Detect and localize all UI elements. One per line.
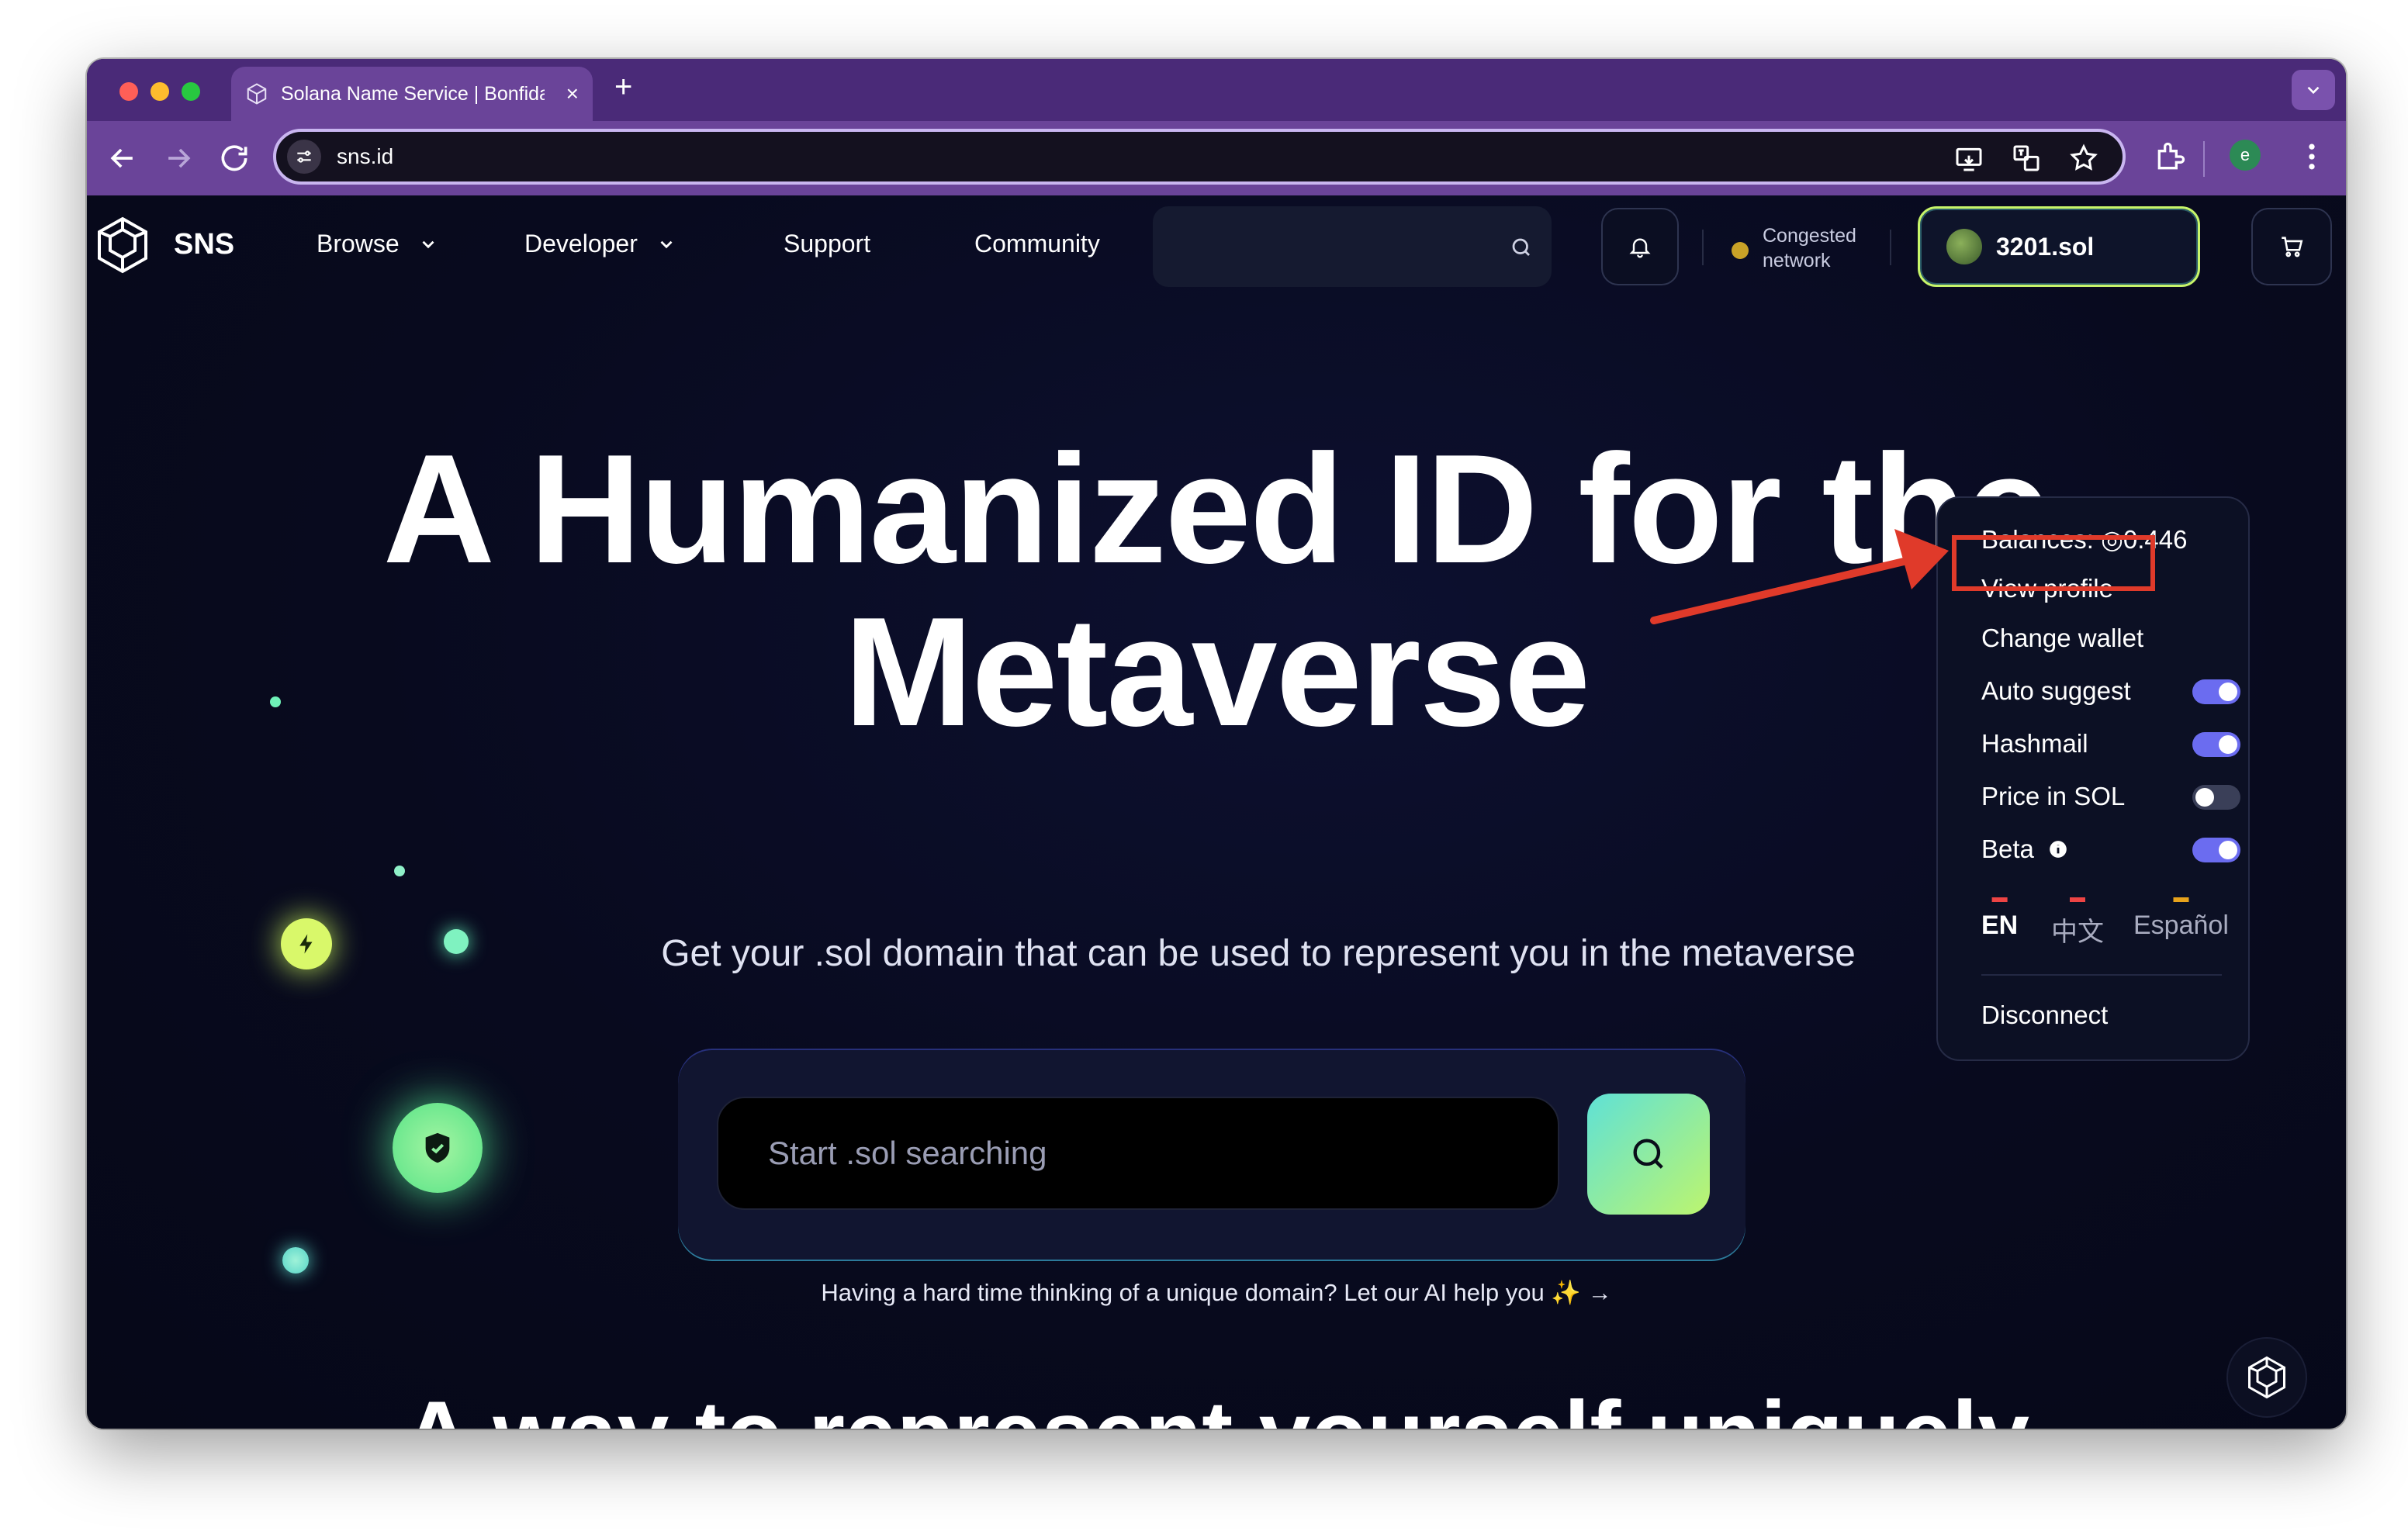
hashmail-label: Hashmail [1981, 729, 2088, 758]
cart-icon [2282, 237, 2303, 257]
nav-developer[interactable]: Developer [524, 230, 676, 258]
decor-dot [282, 1247, 309, 1274]
beta-label: Beta [1981, 835, 2034, 863]
floating-sns-button[interactable] [2228, 1339, 2306, 1416]
annotation-arrow-icon [1650, 529, 1949, 624]
maximize-window-button[interactable] [182, 82, 200, 101]
price-in-sol-toggle[interactable] [2192, 785, 2240, 810]
cart-button[interactable] [2251, 208, 2332, 285]
nav-support[interactable]: Support [784, 230, 870, 258]
network-status: Congested network [1763, 223, 1856, 273]
close-tab-icon[interactable]: × [566, 81, 579, 106]
header-search-input[interactable] [1153, 206, 1552, 287]
nav-community-label: Community [974, 230, 1100, 257]
bell-icon [1629, 238, 1651, 258]
lang-zh[interactable]: ▬ 中文 [2051, 889, 2104, 949]
annotation-highlight-box [1952, 535, 2155, 591]
beta-row: Beta [1981, 835, 2068, 864]
lang-en-label: EN [1981, 911, 2019, 940]
browser-tab[interactable]: Solana Name Service | Bonfida × [231, 67, 593, 121]
header-divider [1890, 230, 1891, 265]
auto-suggest-label: Auto suggest [1981, 676, 2131, 705]
search-icon [1633, 1139, 1663, 1169]
browser-window: Solana Name Service | Bonfida × + sns.id… [87, 59, 2346, 1429]
sns-logo-icon[interactable] [92, 214, 154, 276]
ai-help-link[interactable]: Having a hard time thinking of a unique … [87, 1278, 2346, 1307]
lang-es[interactable]: ▬ Español [2133, 889, 2229, 941]
logo-text[interactable]: SNS [174, 228, 234, 261]
nav-browse-label: Browse [317, 230, 400, 257]
auto-suggest-toggle[interactable] [2192, 679, 2240, 704]
disconnect-item[interactable]: Disconnect [1981, 1001, 2108, 1030]
change-wallet-item[interactable]: Change wallet [1981, 624, 2143, 653]
kebab-menu-icon[interactable] [2295, 140, 2329, 174]
chevron-down-icon [660, 240, 673, 248]
shield-icon [425, 1132, 450, 1163]
tab-bar: Solana Name Service | Bonfida × + [87, 59, 2346, 121]
nav-developer-label: Developer [524, 230, 638, 257]
toolbar-divider [2203, 141, 2205, 177]
translate-icon[interactable] [2011, 143, 2042, 174]
price-in-sol-label: Price in SOL [1981, 782, 2126, 810]
header-divider [1702, 230, 1704, 265]
forward-icon[interactable] [161, 141, 195, 175]
wallet-button[interactable]: 3201.sol [1918, 206, 2200, 287]
window-controls [119, 82, 200, 101]
chevron-down-icon [2307, 86, 2320, 95]
web-page: SNS Browse Developer Support Community C… [87, 195, 2346, 1429]
new-tab-button[interactable]: + [614, 70, 632, 105]
cube-icon [2248, 1356, 2285, 1399]
shield-orb [393, 1103, 483, 1193]
omnibox-actions [1953, 143, 2099, 174]
tab-search-button[interactable] [2292, 70, 2335, 110]
network-status-line2: network [1763, 250, 1831, 271]
back-icon[interactable] [106, 141, 140, 175]
flag-cn-icon: ▬ [2070, 889, 2085, 906]
dropdown-divider [1981, 974, 2222, 976]
nav-community[interactable]: Community [974, 230, 1100, 258]
cast-icon[interactable] [1953, 143, 1984, 174]
cube-icon [247, 83, 267, 105]
domain-search-panel: Start .sol searching [678, 1050, 1745, 1260]
chevron-down-icon [422, 240, 434, 248]
close-window-button[interactable] [119, 82, 138, 101]
lang-zh-label: 中文 [2051, 918, 2104, 947]
lang-en[interactable]: ▬ EN [1981, 889, 2018, 941]
tab-title: Solana Name Service | Bonfida [281, 82, 545, 105]
browser-toolbar: sns.id [87, 121, 2346, 195]
nav-browse[interactable]: Browse [317, 230, 438, 258]
bookmark-star-icon[interactable] [2068, 143, 2099, 174]
network-status-dot [1732, 242, 1749, 259]
domain-search-button[interactable] [1587, 1094, 1710, 1215]
reload-icon[interactable] [217, 141, 251, 175]
wallet-name: 3201.sol [1996, 232, 2095, 261]
address-bar[interactable]: sns.id [273, 129, 2126, 185]
info-icon[interactable] [2048, 839, 2068, 859]
network-status-line1: Congested [1763, 225, 1856, 247]
extensions-icon[interactable] [2154, 140, 2188, 174]
lang-es-label: Español [2133, 911, 2229, 940]
profile-avatar[interactable]: e [2230, 140, 2261, 171]
flag-uk-icon: ▬ [1991, 889, 2008, 906]
wallet-avatar [1946, 229, 1982, 264]
decor-dot [394, 866, 405, 876]
nav-support-label: Support [784, 230, 871, 257]
url-text[interactable]: sns.id [337, 144, 393, 169]
hashmail-toggle[interactable] [2192, 732, 2240, 757]
notifications-button[interactable] [1601, 208, 1679, 285]
domain-search-input[interactable]: Start .sol searching [717, 1097, 1559, 1210]
minimize-window-button[interactable] [150, 82, 169, 101]
flag-es-icon: ▬ [2173, 889, 2189, 906]
beta-toggle[interactable] [2192, 838, 2240, 862]
section-heading: A way to represent yourself uniquely [87, 1381, 2346, 1429]
search-icon[interactable] [1510, 236, 1533, 259]
site-settings-icon[interactable] [287, 140, 321, 174]
